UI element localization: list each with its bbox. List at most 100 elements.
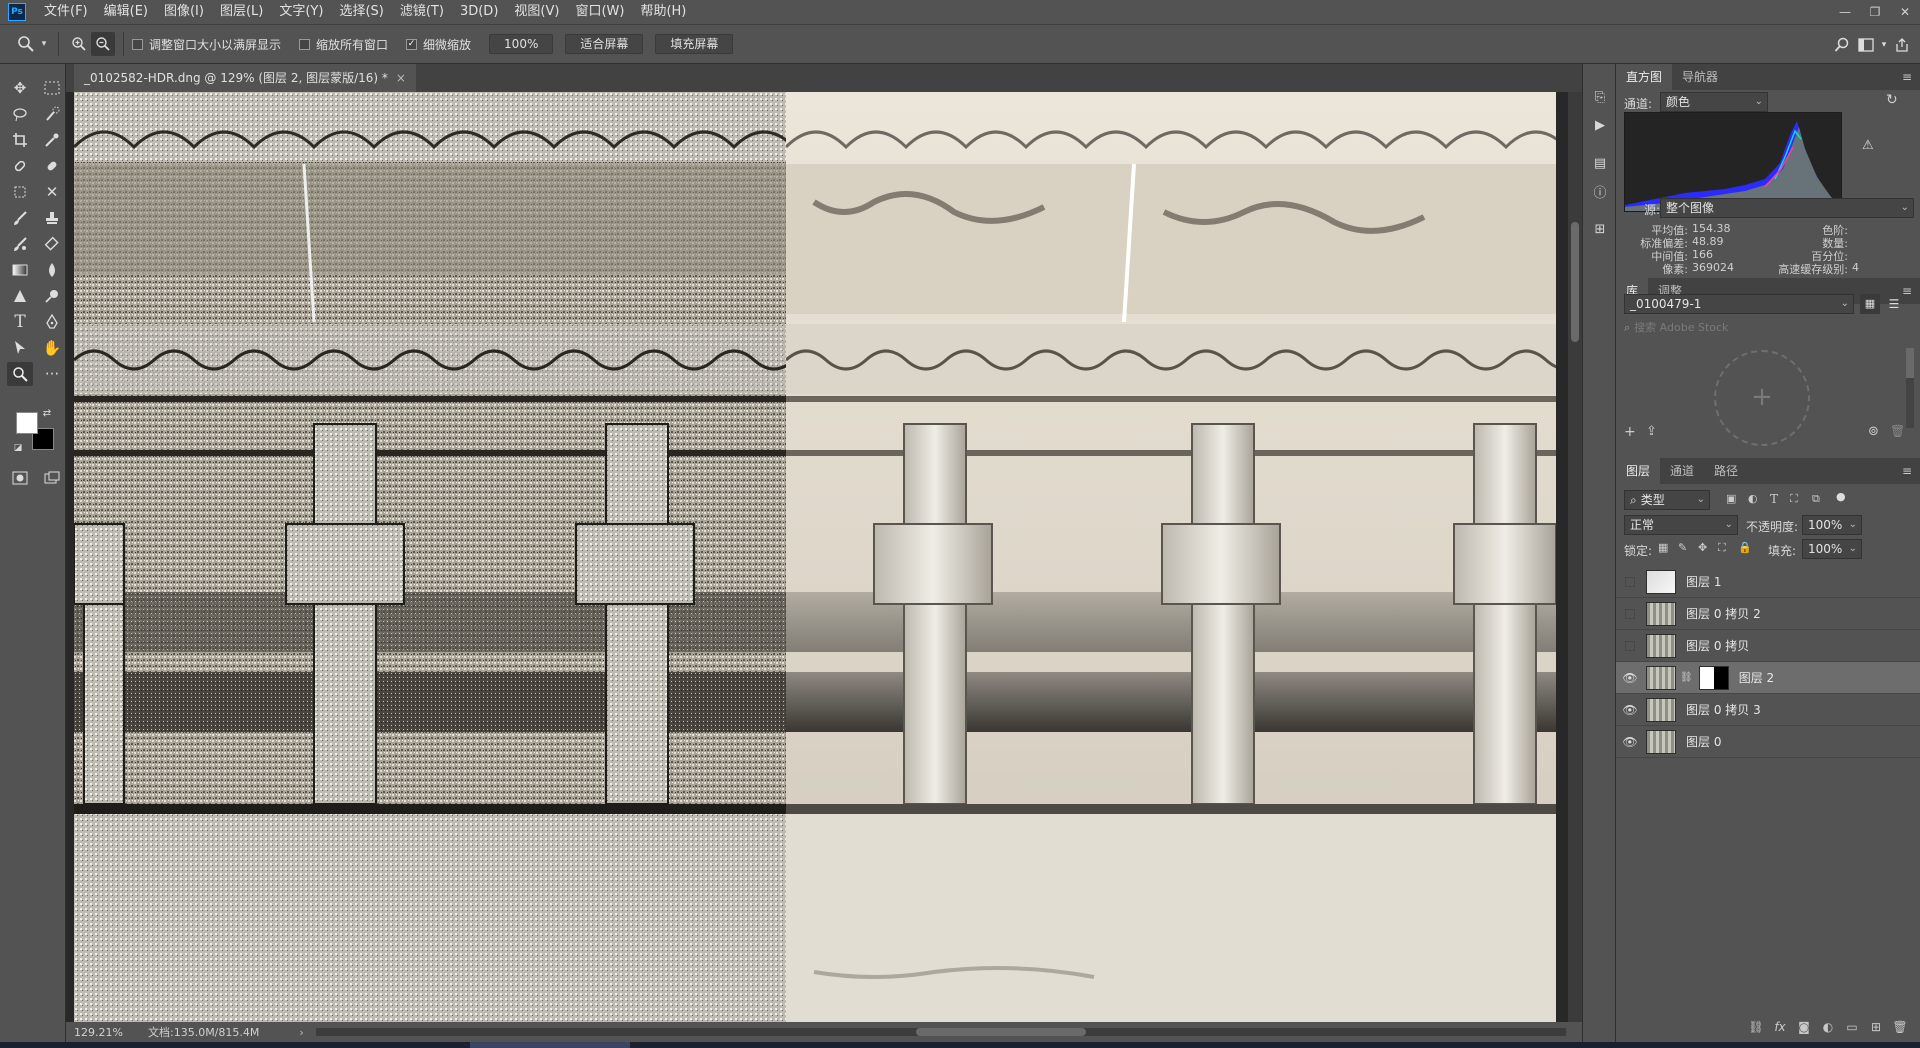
- properties-icon[interactable]: ▤: [1589, 152, 1611, 174]
- eyedropper-icon[interactable]: [39, 128, 65, 152]
- visibility-box[interactable]: [1625, 608, 1635, 619]
- dodge-icon[interactable]: [39, 284, 65, 308]
- layer-name[interactable]: 图层 1: [1686, 573, 1721, 590]
- screen-mode-icon[interactable]: [39, 466, 65, 490]
- library-select[interactable]: _0100479-1 ⌄: [1624, 294, 1854, 314]
- menu-help[interactable]: 帮助(H): [632, 0, 694, 24]
- link-layers-icon[interactable]: ⛓: [1744, 1020, 1768, 1034]
- add-element-icon[interactable]: +: [1624, 424, 1636, 440]
- filter-type-icon[interactable]: T: [1770, 492, 1778, 506]
- visibility-box[interactable]: [1625, 576, 1635, 587]
- menu-window[interactable]: 窗口(W): [567, 0, 632, 24]
- lock-artboard-icon[interactable]: ⛶: [1718, 541, 1726, 555]
- vertical-scrollbar[interactable]: [1568, 92, 1582, 1022]
- checkbox-checked[interactable]: ✓: [406, 38, 418, 50]
- menu-image[interactable]: 图像(I): [156, 0, 212, 24]
- layer-row[interactable]: 图层 0 拷贝: [1616, 630, 1920, 662]
- default-colors-icon[interactable]: ◪: [12, 442, 24, 454]
- adjustment-layer-icon[interactable]: ◐: [1816, 1020, 1840, 1034]
- menu-filter[interactable]: 滤镜(T): [392, 0, 452, 24]
- panel-menu-icon[interactable]: ≡: [1902, 464, 1912, 478]
- layer-name[interactable]: 图层 0 拷贝: [1686, 637, 1749, 654]
- chevron-down-icon[interactable]: ▾: [38, 32, 50, 56]
- layer-row[interactable]: 👁 图层 0: [1616, 726, 1920, 758]
- visibility-toggle[interactable]: [1616, 630, 1644, 662]
- move-icon[interactable]: ✥: [7, 76, 33, 100]
- chevron-down-icon[interactable]: ▾: [1878, 33, 1890, 57]
- document-canvas[interactable]: [74, 92, 1556, 1022]
- lock-transparent-icon[interactable]: ▦: [1658, 541, 1668, 554]
- layer-name[interactable]: 图层 0: [1686, 733, 1721, 750]
- clone-stamp-icon[interactable]: [39, 206, 65, 230]
- swap-colors-icon[interactable]: ⇄: [40, 406, 54, 420]
- refresh-icon[interactable]: ↻: [1886, 92, 1898, 108]
- library-scrollbar[interactable]: [1906, 348, 1914, 428]
- sharpen-icon[interactable]: [7, 284, 33, 308]
- marquee-icon[interactable]: [39, 76, 65, 100]
- list-view-icon[interactable]: ☰: [1884, 294, 1904, 314]
- checkbox-box[interactable]: [132, 38, 143, 50]
- menu-type[interactable]: 文字(Y): [271, 0, 331, 24]
- fx-icon[interactable]: fx: [1768, 1020, 1792, 1034]
- menu-3d[interactable]: 3D(D): [452, 0, 506, 24]
- add-mask-icon[interactable]: ◙: [1792, 1020, 1816, 1034]
- layer-row[interactable]: 图层 1: [1616, 566, 1920, 598]
- scrollbar-thumb[interactable]: [1571, 222, 1579, 342]
- close-tab-icon[interactable]: ×: [396, 71, 406, 85]
- zoom-tool-preset-icon[interactable]: [14, 32, 38, 56]
- eye-icon[interactable]: 👁: [1616, 662, 1644, 694]
- blur-icon[interactable]: [39, 258, 65, 282]
- content-aware-move-icon[interactable]: [7, 180, 33, 204]
- history-icon[interactable]: ⎘: [1589, 86, 1611, 108]
- lasso-icon[interactable]: [7, 102, 33, 126]
- new-layer-icon[interactable]: ⊞: [1864, 1020, 1888, 1034]
- fit-screen-button[interactable]: 适合屏幕: [565, 34, 644, 54]
- tab-layers[interactable]: 图层: [1616, 458, 1661, 484]
- trash-icon[interactable]: 🗑: [1890, 424, 1905, 438]
- layer-name[interactable]: 图层 2: [1739, 669, 1774, 686]
- scrubby-zoom-checkbox[interactable]: ✓ 细微缩放: [406, 36, 471, 53]
- layer-row[interactable]: 图层 0 拷贝 2: [1616, 598, 1920, 630]
- opacity-field[interactable]: 100% ⌄: [1802, 515, 1862, 535]
- library-search[interactable]: ⌕ 搜索 Adobe Stock: [1624, 318, 1914, 338]
- eye-icon[interactable]: 👁: [1616, 726, 1644, 758]
- layer-row[interactable]: 👁 图层 0 拷贝 3: [1616, 694, 1920, 726]
- tab-paths[interactable]: 路径: [1704, 458, 1748, 484]
- fill-field[interactable]: 100% ⌄: [1802, 539, 1862, 559]
- layer-mask-thumbnail[interactable]: [1698, 665, 1729, 690]
- lock-position-icon[interactable]: ✥: [1698, 541, 1707, 554]
- filter-adjustment-icon[interactable]: ◐: [1748, 492, 1758, 505]
- type-icon[interactable]: T: [7, 310, 33, 334]
- mask-link-icon[interactable]: ⛓: [1680, 672, 1693, 683]
- lock-icon[interactable]: 🔒: [1738, 541, 1752, 554]
- taskbar-active-item[interactable]: [470, 1042, 630, 1048]
- patch-icon[interactable]: [39, 154, 65, 178]
- grid-view-icon[interactable]: ▦: [1860, 294, 1880, 314]
- visibility-toggle[interactable]: [1616, 598, 1644, 630]
- zoom-out-icon[interactable]: [91, 32, 115, 56]
- channel-select[interactable]: 颜色 ⌄: [1660, 92, 1768, 112]
- zoom-icon[interactable]: [7, 362, 33, 386]
- quick-mask-icon[interactable]: [7, 466, 33, 490]
- brush-icon[interactable]: [7, 206, 33, 230]
- zoom-in-icon[interactable]: [67, 32, 91, 56]
- workspace-icon[interactable]: [1854, 33, 1878, 57]
- menu-view[interactable]: 视图(V): [506, 0, 567, 24]
- tab-histogram[interactable]: 直方图: [1616, 64, 1673, 90]
- visibility-box[interactable]: [1625, 640, 1635, 651]
- lock-pixels-icon[interactable]: ✎: [1678, 541, 1687, 554]
- share-icon[interactable]: [1890, 33, 1914, 57]
- menu-edit[interactable]: 编辑(E): [96, 0, 156, 24]
- more-tools-icon[interactable]: ···: [39, 362, 65, 386]
- crop-icon[interactable]: [7, 128, 33, 152]
- upload-icon[interactable]: ⇪: [1646, 424, 1657, 439]
- scrollbar-thumb[interactable]: [916, 1028, 1086, 1036]
- menu-file[interactable]: 文件(F): [36, 0, 96, 24]
- trash-icon[interactable]: 🗑: [1888, 1020, 1912, 1034]
- layer-name[interactable]: 图层 0 拷贝 2: [1686, 605, 1761, 622]
- foreground-color-swatch[interactable]: [16, 412, 38, 434]
- healing-brush-icon[interactable]: [7, 154, 33, 178]
- layer-row-selected[interactable]: 👁 ⛓ 图层 2: [1616, 662, 1920, 694]
- restore-button[interactable]: ❐: [1860, 0, 1890, 24]
- resize-windows-checkbox[interactable]: 调整窗口大小以满屏显示: [132, 36, 281, 53]
